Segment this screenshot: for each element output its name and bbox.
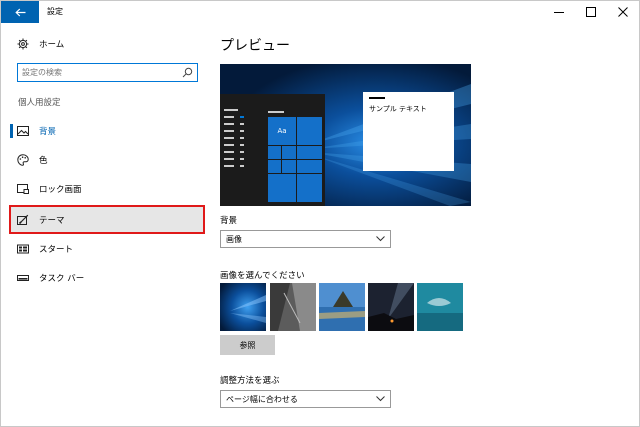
picture-icon bbox=[17, 126, 29, 136]
background-select-value: 画像 bbox=[226, 235, 242, 244]
sidebar: ホーム 個人用設定 背景 色 bbox=[1, 23, 211, 426]
minimize-button[interactable] bbox=[543, 1, 575, 23]
sidebar-item-color[interactable]: 色 bbox=[9, 147, 205, 173]
thumbnail-underwater-image bbox=[417, 283, 463, 331]
sidebar-item-label: ホーム bbox=[39, 40, 65, 50]
thumbnail-beach[interactable] bbox=[319, 283, 365, 331]
section-label: 個人用設定 bbox=[18, 98, 61, 108]
fit-label: 調整方法を選ぶ bbox=[220, 376, 280, 386]
start-icon bbox=[17, 244, 29, 254]
sidebar-item-lock-screen[interactable]: ロック画面 bbox=[9, 176, 205, 202]
picture-thumbnails bbox=[220, 283, 465, 331]
sidebar-item-home[interactable]: ホーム bbox=[9, 31, 205, 57]
thumbnail-beach-image bbox=[319, 283, 365, 331]
sidebar-item-background[interactable]: 背景 bbox=[9, 118, 205, 144]
fit-select-value: ページ幅に合わせる bbox=[226, 395, 298, 404]
fit-select[interactable]: ページ幅に合わせる bbox=[220, 390, 391, 408]
close-icon bbox=[618, 7, 628, 17]
minimize-icon bbox=[554, 12, 564, 13]
theme-preview: Aa サンプル テキスト bbox=[220, 64, 471, 206]
lock-screen-icon bbox=[17, 184, 29, 194]
back-arrow-icon bbox=[14, 8, 25, 16]
thumbnail-rock-image bbox=[270, 283, 316, 331]
sidebar-item-label: 背景 bbox=[39, 127, 57, 137]
theme-icon bbox=[17, 214, 29, 225]
preview-header-line bbox=[268, 111, 284, 113]
back-button[interactable] bbox=[1, 1, 39, 23]
choose-picture-label: 画像を選んでください bbox=[220, 271, 305, 281]
thumbnail-windows-image bbox=[220, 283, 266, 331]
window-title: 設定 bbox=[47, 7, 63, 16]
settings-window: 設定 ホーム 個人用設定 bbox=[0, 0, 640, 427]
background-select[interactable]: 画像 bbox=[220, 230, 391, 248]
sidebar-item-label: テーマ bbox=[39, 216, 65, 226]
sidebar-item-start[interactable]: スタート bbox=[9, 236, 205, 262]
sidebar-item-label: 色 bbox=[39, 156, 48, 166]
gear-icon bbox=[17, 38, 29, 50]
sidebar-item-label: タスク バー bbox=[39, 274, 85, 284]
title-bar: 設定 bbox=[1, 1, 639, 23]
thumbnail-windows[interactable] bbox=[220, 283, 266, 331]
chevron-down-icon bbox=[376, 396, 385, 402]
thumbnail-underwater[interactable] bbox=[417, 283, 463, 331]
maximize-icon bbox=[586, 7, 596, 17]
preview-tiles: Aa bbox=[268, 117, 322, 203]
sidebar-item-label: ロック画面 bbox=[39, 185, 82, 195]
main-content: プレビュー Aa サンプル テキスト 背景 画像 画像を選んでください 参照 調… bbox=[211, 23, 639, 426]
browse-button[interactable]: 参照 bbox=[220, 335, 275, 355]
close-button[interactable] bbox=[607, 1, 639, 23]
preview-sample-text: サンプル テキスト bbox=[369, 105, 427, 113]
background-label: 背景 bbox=[220, 216, 238, 226]
taskbar-icon bbox=[17, 275, 29, 281]
palette-icon bbox=[17, 154, 29, 166]
search-box[interactable] bbox=[17, 63, 198, 82]
chevron-down-icon bbox=[376, 236, 385, 242]
sidebar-item-taskbar[interactable]: タスク バー bbox=[9, 265, 205, 291]
page-title: プレビュー bbox=[220, 38, 290, 54]
thumbnail-night-sky-image bbox=[368, 283, 414, 331]
maximize-button[interactable] bbox=[575, 1, 607, 23]
sidebar-item-theme[interactable]: テーマ bbox=[9, 205, 205, 234]
thumbnail-night-sky[interactable] bbox=[368, 283, 414, 331]
preview-tile-aa: Aa bbox=[268, 117, 296, 145]
thumbnail-rock[interactable] bbox=[270, 283, 316, 331]
sidebar-item-label: スタート bbox=[39, 245, 74, 255]
search-icon bbox=[182, 67, 193, 78]
preview-start-list-right bbox=[240, 116, 244, 186]
preview-sample-window: サンプル テキスト bbox=[363, 92, 454, 171]
search-input[interactable] bbox=[22, 66, 172, 79]
